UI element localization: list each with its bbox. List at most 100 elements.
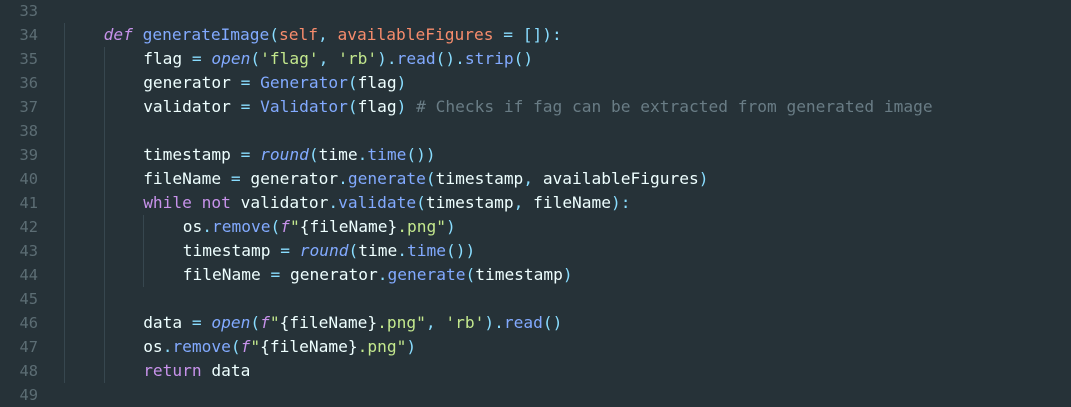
code-token: availableFigures: [542, 169, 699, 188]
code-token: fileName: [182, 265, 261, 284]
code-line[interactable]: 39 timestamp = round(time.time()): [0, 143, 1071, 167]
line-number: 42: [19, 218, 38, 236]
code-line[interactable]: 44 fileName = generator.generate(timestam…: [0, 263, 1071, 287]
code-text: os.remove(f"{fileName}.png"): [183, 215, 456, 239]
code-token: =: [191, 313, 202, 332]
code-token: ): [484, 313, 495, 332]
line-number: 40: [19, 170, 38, 188]
code-line[interactable]: 36 generator = Generator(flag): [0, 71, 1071, 95]
code-token: timestamp: [475, 265, 563, 284]
code-token: =: [230, 169, 241, 188]
code-token: (: [270, 217, 281, 236]
code-token: timestamp: [182, 241, 271, 260]
code-line[interactable]: 33: [0, 0, 1071, 23]
code-token: # Checks if fag can be extracted from ge…: [416, 97, 933, 116]
code-token: time: [318, 145, 358, 164]
code-text: fileName = generator.generate(timestamp,…: [143, 167, 708, 191]
code-token: ): [562, 265, 573, 284]
line-number: 46: [19, 314, 38, 332]
line-number: 48: [19, 362, 38, 380]
code-line[interactable]: 42 os.remove(f"{fileName}.png"): [0, 215, 1071, 239]
code-token: availableFigures: [337, 25, 494, 44]
code-token: flag: [357, 97, 397, 116]
code-text: data = open(f"{fileName}.png", 'rb').rea…: [143, 311, 562, 335]
code-token: .: [162, 337, 173, 356]
code-token: 'rb': [338, 49, 378, 68]
code-token: time: [406, 241, 446, 260]
code-token: ,: [523, 169, 543, 188]
code-token: while: [143, 193, 192, 212]
code-token: (): [435, 49, 456, 68]
code-token: (: [416, 193, 426, 212]
code-token: (: [269, 25, 280, 44]
code-token: def: [103, 25, 133, 44]
line-number: 37: [19, 98, 38, 116]
code-line[interactable]: 49: [0, 383, 1071, 407]
code-editor[interactable]: 33 34 def generateImage(self, availableFig…: [0, 0, 1071, 407]
code-line[interactable]: 48 return data: [0, 359, 1071, 383]
code-token: []: [522, 25, 543, 44]
code-token: .: [386, 49, 397, 68]
code-token: {fileName}: [279, 313, 378, 332]
code-text: timestamp = round(time.time()): [183, 239, 475, 263]
code-token: ,: [425, 313, 446, 332]
code-token: data: [143, 313, 183, 332]
code-token: ):: [542, 25, 562, 44]
code-text: return data: [143, 359, 250, 383]
code-token: flag: [357, 73, 397, 92]
code-token: .: [328, 193, 339, 212]
code-line[interactable]: 37 validator = Validator(flag) # Checks i…: [0, 95, 1071, 119]
code-token: data: [211, 361, 251, 380]
code-token: ,: [318, 49, 339, 68]
code-token: validate: [338, 193, 417, 212]
code-line[interactable]: 46 data = open(f"{fileName}.png", 'rb').r…: [0, 311, 1071, 335]
code-text: validator = Validator(flag) # Checks if …: [143, 95, 932, 119]
line-number: 36: [19, 74, 38, 92]
line-number: 44: [19, 266, 38, 284]
code-line[interactable]: 34 def generateImage(self, availableFigur…: [0, 23, 1071, 47]
line-number: 39: [19, 146, 38, 164]
code-text: while not validator.validate(timestamp, …: [143, 191, 630, 215]
code-line[interactable]: 47 os.remove(f"{fileName}.png"): [0, 335, 1071, 359]
code-token: .: [397, 241, 407, 260]
code-token: (: [250, 313, 261, 332]
code-token: remove: [172, 337, 231, 356]
code-token: .: [202, 217, 213, 236]
code-token: validator: [240, 193, 329, 212]
code-token: =: [191, 49, 202, 68]
code-token: generate: [387, 265, 466, 284]
code-token: time: [367, 145, 407, 164]
code-line[interactable]: 40 fileName = generator.generate(timestam…: [0, 167, 1071, 191]
code-line[interactable]: 35 flag = open('flag', 'rb').read().strip…: [0, 47, 1071, 71]
code-token: ): [698, 169, 709, 188]
code-line[interactable]: 43 timestamp = round(time.time()): [0, 239, 1071, 263]
code-token: strip: [464, 49, 514, 68]
line-number: 43: [19, 242, 38, 260]
code-token: (: [250, 49, 261, 68]
code-token: (: [348, 241, 359, 260]
code-token: os: [143, 337, 163, 356]
line-number: 35: [19, 50, 38, 68]
code-token: 'rb': [445, 313, 485, 332]
code-token: not: [201, 193, 231, 212]
code-line[interactable]: 41 while not validator.validate(timestamp…: [0, 191, 1071, 215]
code-line[interactable]: 38: [0, 119, 1071, 143]
code-token: (): [542, 313, 563, 332]
code-token: Generator: [260, 73, 348, 92]
code-token: .: [338, 169, 348, 188]
code-token: (: [230, 337, 241, 356]
code-token: time: [358, 241, 398, 260]
code-token: .png": [357, 337, 407, 356]
code-line[interactable]: 45: [0, 287, 1071, 311]
